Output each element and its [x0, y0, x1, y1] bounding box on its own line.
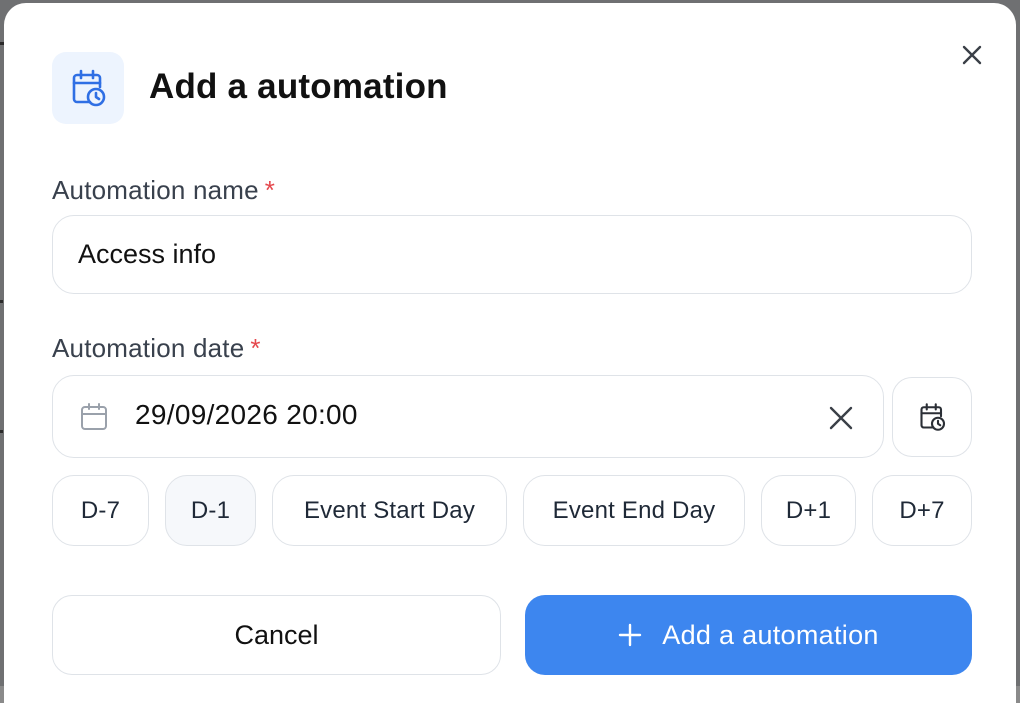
clear-date-button[interactable]: [825, 402, 857, 434]
background-fragment: [0, 430, 3, 433]
automation-date-value: 29/09/2026 20:00: [135, 399, 358, 430]
shortcut-chip-event-start-day[interactable]: Event Start Day: [272, 475, 507, 546]
background-fragment: [0, 300, 3, 303]
calendar-icon: [81, 403, 107, 430]
required-mark: *: [264, 175, 276, 205]
automation-name-label: Automation name *: [52, 175, 275, 206]
add-automation-dialog: Add a automation Automation name* Automa…: [4, 3, 1016, 703]
automation-date-input[interactable]: 29/09/2026 20:00: [52, 375, 884, 458]
add-automation-button-label: Add a automation: [662, 619, 879, 650]
shortcut-chip-d-plus-1[interactable]: D+1: [761, 475, 856, 546]
schedule-picker-button[interactable]: [892, 377, 972, 457]
add-automation-button[interactable]: Add a automation: [525, 595, 972, 675]
calendar-clock-icon: [920, 403, 946, 431]
shortcut-chip-d-minus-7[interactable]: D-7: [52, 475, 149, 546]
shortcut-chip-event-end-day[interactable]: Event End Day: [523, 475, 745, 546]
automation-name-input[interactable]: [52, 215, 972, 294]
automation-date-label: Automation date *: [52, 333, 261, 364]
required-mark: *: [250, 333, 261, 363]
clear-icon: [829, 406, 853, 430]
shortcut-chip-d-minus-1[interactable]: D-1: [165, 475, 256, 546]
automation-date-label-text: Automation date: [52, 333, 245, 363]
plus-icon: [618, 623, 642, 647]
close-icon: [962, 45, 982, 65]
shortcut-chip-d-plus-7[interactable]: D+7: [872, 475, 972, 546]
automation-name-label-text: Automation name: [52, 175, 259, 205]
calendar-clock-icon: [72, 69, 106, 107]
dialog-title: Add a automation: [149, 67, 448, 106]
close-button[interactable]: [956, 39, 988, 71]
header-icon-badge: [52, 52, 124, 124]
cancel-button[interactable]: Cancel: [52, 595, 501, 675]
